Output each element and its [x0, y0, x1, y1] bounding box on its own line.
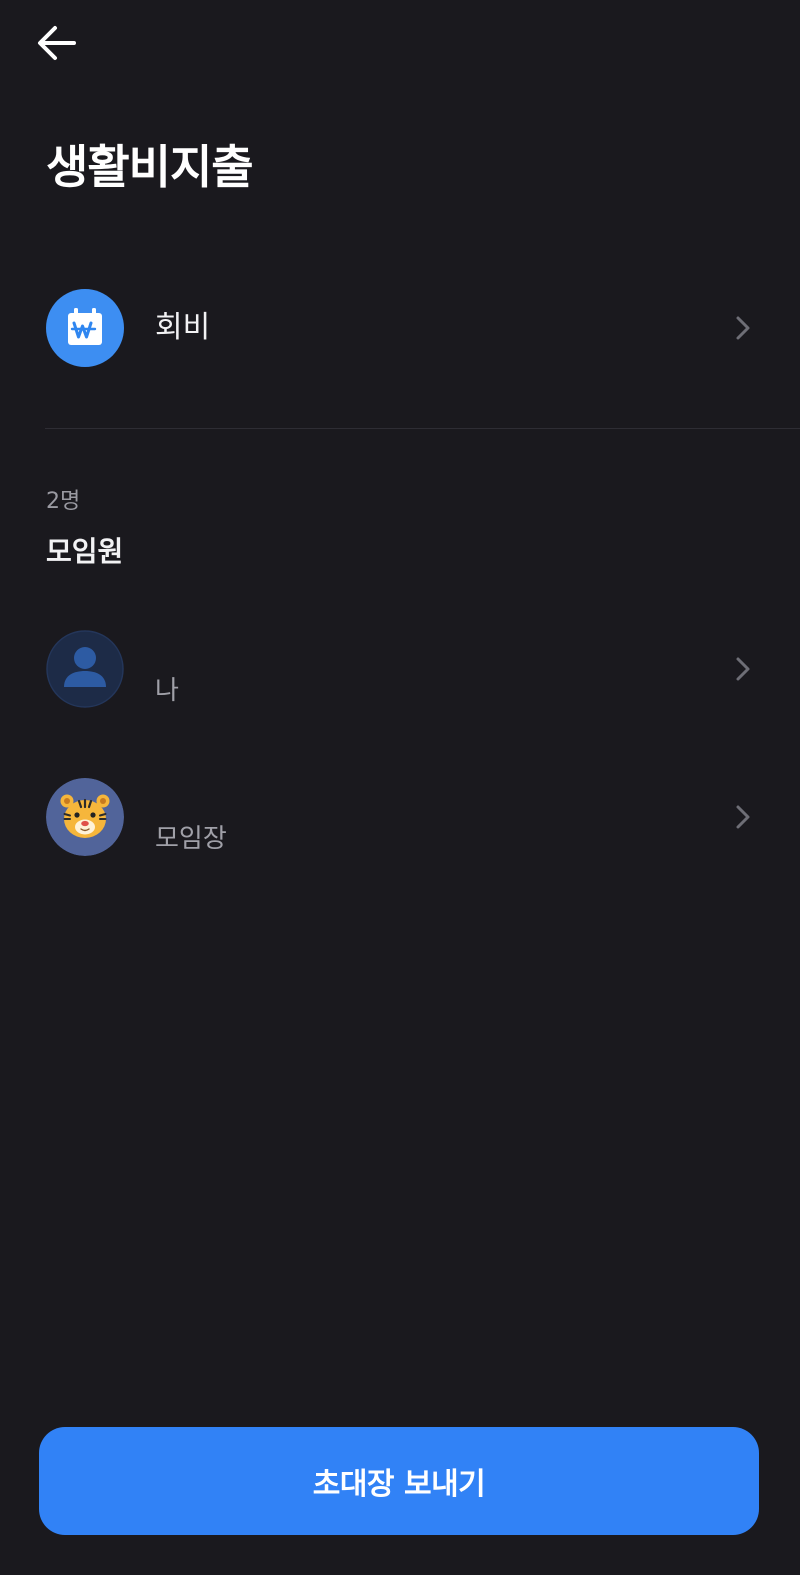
member-row-me[interactable]: 나 [0, 630, 800, 726]
divider [45, 428, 800, 429]
fee-row[interactable]: 회비 [0, 280, 800, 376]
page-title: 생활비지출 [46, 140, 254, 194]
member-label: 모임장 [155, 824, 227, 854]
tiger-icon [46, 778, 124, 856]
person-icon [46, 630, 124, 708]
member-count: 2명 [46, 489, 81, 514]
arrow-left-icon [38, 26, 76, 60]
chevron-right-icon [736, 657, 750, 681]
member-row-leader[interactable]: 모임장 [0, 778, 800, 874]
won-calendar-icon [46, 289, 124, 367]
fee-label: 회비 [155, 310, 211, 345]
back-button[interactable] [26, 16, 86, 70]
chevron-right-icon [736, 316, 750, 340]
member-label: 나 [155, 676, 179, 706]
send-invitation-button[interactable]: 초대장 보내기 [39, 1427, 759, 1535]
chevron-right-icon [736, 805, 750, 829]
section-title: 모임원 [46, 535, 124, 568]
